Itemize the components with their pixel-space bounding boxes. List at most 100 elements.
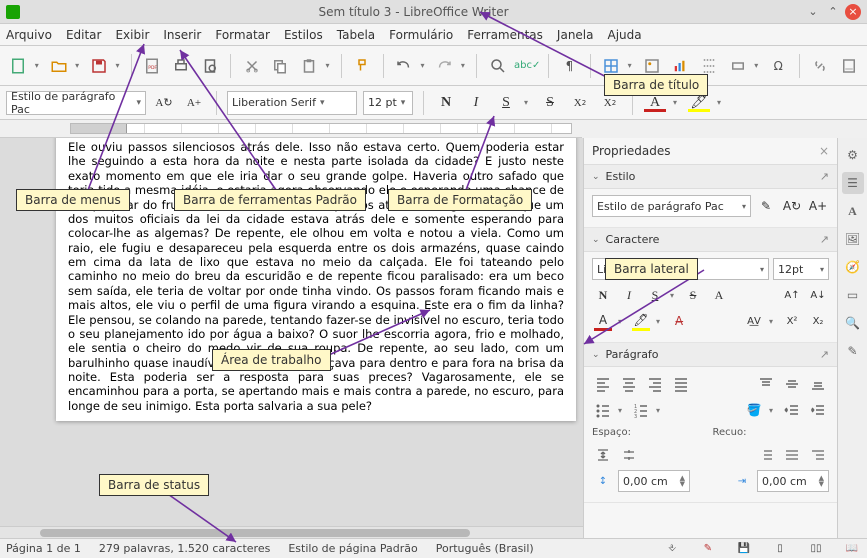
decrease-indent-button[interactable]: [781, 399, 803, 421]
sidebar-underline-dropdown[interactable]: ▾: [670, 291, 678, 300]
copy-button[interactable]: [268, 53, 293, 79]
dec-para-spacing-icon[interactable]: [618, 444, 640, 466]
status-signature-icon[interactable]: ✎: [701, 542, 715, 556]
strikethrough-button[interactable]: S: [538, 91, 562, 115]
undo-button[interactable]: [392, 53, 417, 79]
bg-color-button[interactable]: 🪣: [743, 399, 765, 421]
font-name-combo[interactable]: Liberation Serif▾: [227, 91, 357, 115]
panel-style-more-icon[interactable]: ↗: [820, 170, 829, 183]
align-bottom-button[interactable]: [807, 373, 829, 395]
status-page[interactable]: Página 1 de 1: [6, 542, 81, 555]
menu-ajuda[interactable]: Ajuda: [608, 28, 642, 42]
sidebar-tab-navigator[interactable]: 🧭: [842, 256, 864, 278]
find-button[interactable]: [485, 53, 510, 79]
paste-dropdown[interactable]: ▾: [325, 61, 333, 70]
sidebar-font-size-combo[interactable]: 12pt▾: [773, 258, 829, 280]
menu-inserir[interactable]: Inserir: [163, 28, 201, 42]
sidebar-font-color-dropdown[interactable]: ▾: [618, 317, 626, 326]
align-top-button[interactable]: [755, 373, 777, 395]
new-style-button[interactable]: A+: [182, 91, 206, 115]
field-dropdown[interactable]: ▾: [754, 61, 762, 70]
sidebar-clear-format-icon[interactable]: A̶: [668, 310, 690, 332]
paragraph-style-combo[interactable]: Estilo de parágrafo Pac▾: [6, 91, 146, 115]
space-above-spinner[interactable]: 0,00 cm▲▼: [618, 470, 690, 492]
save-button[interactable]: [87, 53, 112, 79]
underline-dropdown[interactable]: ▾: [524, 98, 532, 107]
update-style-button[interactable]: A↻: [152, 91, 176, 115]
table-dropdown[interactable]: ▾: [628, 61, 636, 70]
status-insert-mode-icon[interactable]: ⎀: [665, 542, 679, 556]
menu-arquivo[interactable]: Arquivo: [6, 28, 52, 42]
menu-formulario[interactable]: Formulário: [389, 28, 453, 42]
scrollbar-thumb[interactable]: [40, 529, 470, 537]
sidebar-char-spacing-button[interactable]: A͟V: [743, 310, 765, 332]
redo-button[interactable]: [432, 53, 457, 79]
dec-indent-icon[interactable]: [781, 444, 803, 466]
sidebar-tab-changes[interactable]: ✎: [842, 340, 864, 362]
maximize-button[interactable]: ⌃: [825, 4, 841, 20]
superscript-button[interactable]: X2: [568, 91, 592, 115]
status-view-multi-icon[interactable]: ▯▯: [809, 542, 823, 556]
status-view-book-icon[interactable]: 📖: [845, 542, 859, 556]
align-middle-button[interactable]: [781, 373, 803, 395]
font-size-combo[interactable]: 12 pt▾: [363, 91, 413, 115]
insert-special-char-button[interactable]: Ω: [766, 53, 791, 79]
sidebar-close-icon[interactable]: ×: [819, 144, 829, 158]
print-preview-button[interactable]: [198, 53, 223, 79]
print-button[interactable]: [169, 53, 194, 79]
sidebar-strike-button[interactable]: S: [682, 284, 704, 306]
italic-button[interactable]: I: [464, 91, 488, 115]
menu-estilos[interactable]: Estilos: [284, 28, 323, 42]
increase-indent-button[interactable]: [807, 399, 829, 421]
sidebar-highlight-button[interactable]: 🖊: [630, 312, 652, 328]
panel-character-more-icon[interactable]: ↗: [820, 233, 829, 246]
sidebar-underline-button[interactable]: S: [644, 284, 666, 306]
cut-button[interactable]: [239, 53, 264, 79]
align-right-button[interactable]: [644, 373, 666, 395]
document-body-text[interactable]: Ele ouviu passos silenciosos atrás dele.…: [68, 140, 564, 413]
sidebar-superscript-button[interactable]: X²: [781, 310, 803, 332]
sidebar-style-new-icon[interactable]: A+: [807, 195, 829, 217]
bullet-dropdown[interactable]: ▾: [618, 406, 626, 415]
sidebar-decrease-font-icon[interactable]: A↓: [807, 284, 829, 306]
horizontal-ruler[interactable]: [0, 120, 582, 138]
sidebar-style-update-icon[interactable]: A↻: [781, 195, 803, 217]
status-word-count[interactable]: 279 palavras, 1.520 caracteres: [99, 542, 270, 555]
align-left-button[interactable]: [592, 373, 614, 395]
number-dropdown[interactable]: ▾: [656, 406, 664, 415]
insert-hyperlink-button[interactable]: [808, 53, 833, 79]
sidebar-shadow-button[interactable]: A: [708, 284, 730, 306]
sidebar-style-edit-icon[interactable]: ✎: [755, 195, 777, 217]
document-page[interactable]: Ele ouviu passos silenciosos atrás dele.…: [56, 138, 576, 421]
sidebar-settings-icon[interactable]: ⚙: [842, 144, 864, 166]
menu-janela[interactable]: Janela: [557, 28, 594, 42]
bold-button[interactable]: N: [434, 91, 458, 115]
font-color-dropdown[interactable]: ▾: [673, 98, 681, 107]
menu-formatar[interactable]: Formatar: [215, 28, 270, 42]
sidebar-tab-inspector[interactable]: 🔍: [842, 312, 864, 334]
insert-footnote-button[interactable]: [836, 53, 861, 79]
status-save-icon[interactable]: 💾: [737, 542, 751, 556]
sidebar-italic-button[interactable]: I: [618, 284, 640, 306]
new-doc-dropdown[interactable]: ▾: [35, 61, 43, 70]
hanging-indent-icon[interactable]: [807, 444, 829, 466]
align-center-button[interactable]: [618, 373, 640, 395]
sidebar-highlight-dropdown[interactable]: ▾: [656, 317, 664, 326]
paste-button[interactable]: [297, 53, 322, 79]
panel-character-header[interactable]: ⌄ Caractere ↗: [584, 228, 837, 252]
menu-exibir[interactable]: Exibir: [115, 28, 149, 42]
menu-ferramentas[interactable]: Ferramentas: [467, 28, 543, 42]
horizontal-scrollbar[interactable]: [0, 526, 583, 538]
formatting-marks-button[interactable]: ¶: [557, 53, 582, 79]
menu-tabela[interactable]: Tabela: [337, 28, 375, 42]
sidebar-increase-font-icon[interactable]: A↑: [781, 284, 803, 306]
sidebar-tab-page[interactable]: ▭: [842, 284, 864, 306]
underline-button[interactable]: S: [494, 91, 518, 115]
redo-dropdown[interactable]: ▾: [461, 61, 469, 70]
bullet-list-button[interactable]: [592, 399, 614, 421]
sidebar-tab-gallery[interactable]: 🖼: [842, 228, 864, 250]
indent-before-spinner[interactable]: 0,00 cm▲▼: [757, 470, 829, 492]
close-button[interactable]: ×: [845, 4, 861, 20]
open-button[interactable]: [46, 53, 71, 79]
sidebar-tab-styles[interactable]: A: [842, 200, 864, 222]
